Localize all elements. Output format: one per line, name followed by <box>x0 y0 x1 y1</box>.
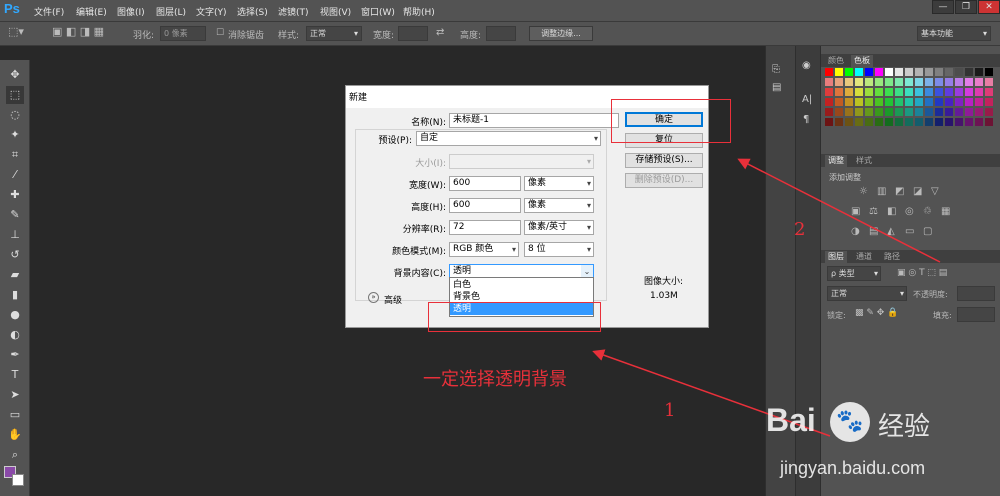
watermark-url: jingyan.baidu.com <box>780 458 926 478</box>
paw-icon: 🐾 <box>830 402 870 442</box>
annotation-number-2: 2 <box>794 219 806 240</box>
instruction-text: 一定选择透明背景 <box>423 369 567 390</box>
baidu-logo-text: Bai <box>766 402 816 438</box>
arrow-to-ok <box>737 158 941 263</box>
annotation-number-1: 1 <box>664 400 676 421</box>
baidu-jingyan-text: 经验 <box>878 412 931 442</box>
baidu-watermark: Bai 🐾 经验 jingyan.baidu.com <box>760 380 1000 496</box>
